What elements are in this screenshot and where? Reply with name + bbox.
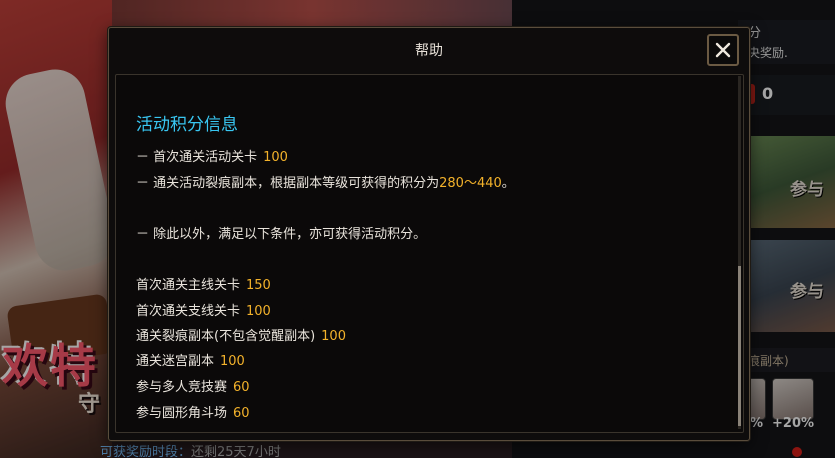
help-line: － 通关活动裂痕副本，根据副本等级可获得的积分为280～440。 [136,172,515,191]
help-line-value: 60 [233,380,250,395]
dialog-header: 帮助 [109,28,749,70]
close-button[interactable] [707,34,739,66]
help-line: 首次通关主线关卡 150 [136,274,271,293]
help-line-text: 参与圆形角斗场 [136,406,228,421]
help-line-suffix: 。 [501,176,515,191]
dialog-title: 帮助 [415,43,443,59]
help-line: 参与多人竞技赛 60 [136,376,250,395]
help-line-text: 首次通关支线关卡 [136,304,241,319]
help-line: 参与圆形角斗场 60 [136,402,250,421]
help-line-value: 100 [321,329,346,344]
help-line: － 首次通关活动关卡 100 [136,146,288,165]
help-line-value: 100 [246,304,271,319]
help-line-value: 100 [263,150,288,165]
help-line-text: － 首次通关活动关卡 [136,150,258,165]
help-line: 首次通关支线关卡 100 [136,300,271,319]
help-line-text: 参与多人竞技赛 [136,380,228,395]
help-dialog: 帮助 活动积分信息 － 首次通关活动关卡 100 － 通关活动裂痕副本，根据副本等级… [108,27,750,441]
help-line-text: 首次通关主线关卡 [136,278,241,293]
help-line-text: 通关裂痕副本(不包含觉醒副本) [136,329,316,344]
scrollbar-thumb[interactable] [738,266,741,426]
help-line-text: － 通关活动裂痕副本，根据副本等级可获得的积分为 [136,176,440,191]
help-line-text: 通关迷宫副本 [136,354,215,369]
help-line-text: － 除此以外，满足以下条件，亦可获得活动积分。 [136,227,427,242]
help-line: 通关裂痕副本(不包含觉醒副本) 100 [136,325,346,344]
help-line: － 除此以外，满足以下条件，亦可获得活动积分。 [136,223,426,242]
help-line-value: 150 [246,278,271,293]
help-line-value: 280～440 [439,176,502,191]
help-line-value: 100 [220,354,245,369]
close-icon [715,42,731,58]
section-title: 活动积分信息 [136,115,238,135]
help-line: 通关迷宫副本 100 [136,350,245,369]
help-line-value: 60 [233,406,250,421]
